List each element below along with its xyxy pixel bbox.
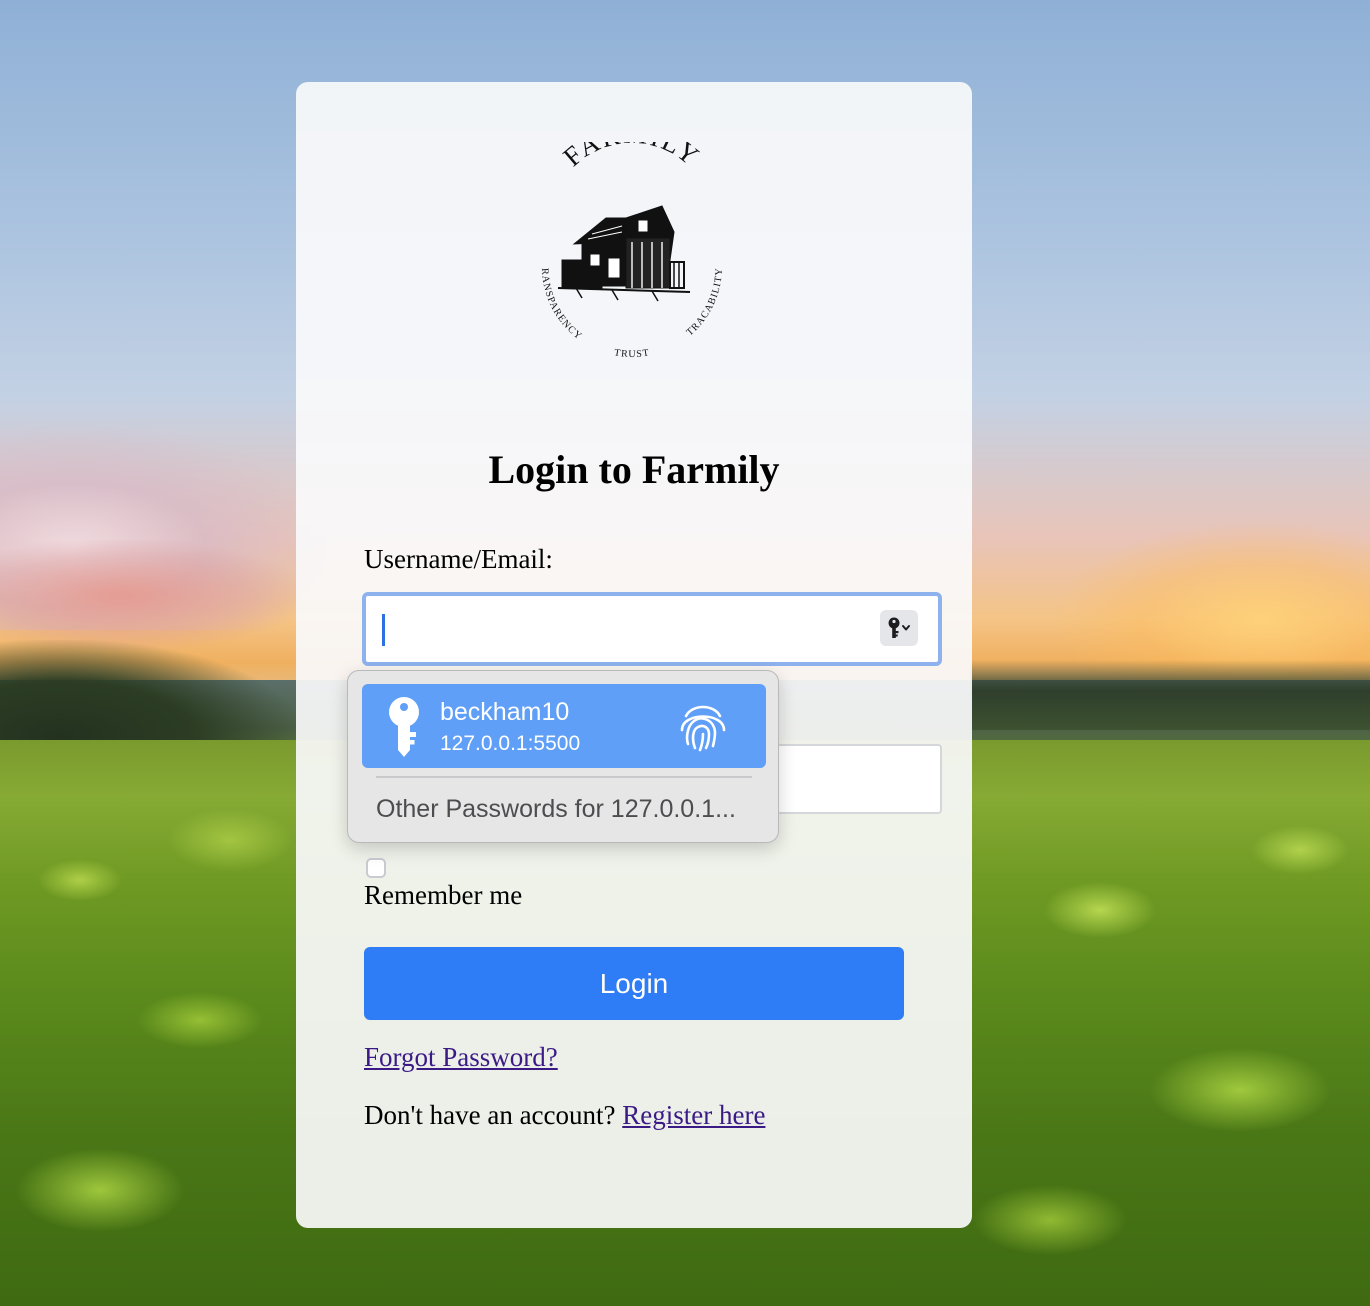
barn-illustration [557,205,691,302]
logo-brand-text: FARMILY [557,118,704,172]
other-passwords-option[interactable]: Other Passwords for 127.0.0.1... [376,795,736,824]
remember-me-checkbox[interactable] [366,858,386,878]
fingerprint-icon [678,700,728,752]
login-button[interactable]: Login [364,947,904,1020]
logo-motto-right: TRACABILITY [685,267,725,338]
saved-host: 127.0.0.1:5500 [440,732,581,755]
popup-divider [376,776,752,778]
background-clouds-sunset [0,540,300,650]
saved-credential-option[interactable]: beckham10 127.0.0.1:5500 [362,684,766,768]
svg-text:TRUST: TRUST [613,347,650,360]
text-caret [382,614,385,646]
password-input[interactable] [776,744,942,814]
logo-motto-center: TRUST [613,347,649,360]
logo-motto-left: TRANSPARENCY [518,134,583,342]
svg-text:FARMILY: FARMILY [557,142,706,172]
forgot-password-link[interactable]: Forgot Password? [364,1042,558,1073]
register-prompt: Don't have an account? Register here [364,1100,765,1131]
key-icon [386,696,426,758]
password-key-dropdown-icon[interactable] [880,610,918,646]
farmily-logo: FARMILY TRANSPARENCY TRUST TRACABILITY [518,118,742,372]
register-link[interactable]: Register here [622,1100,765,1130]
svg-text:TRANSPARENCY: TRANSPARENCY [522,142,584,342]
username-input[interactable] [362,592,942,666]
background-trees-right [970,660,1370,730]
no-account-text: Don't have an account? [364,1100,616,1130]
remember-me-label: Remember me [364,880,523,910]
password-autofill-popup: beckham10 127.0.0.1:5500 Other Passwords… [347,670,779,843]
saved-username: beckham10 [440,698,570,726]
svg-text:TRACABILITY: TRACABILITY [685,267,726,338]
username-label: Username/Email: [364,544,553,574]
page-title: Login to Farmily [488,447,780,492]
login-card: FARMILY TRANSPARENCY TRUST TRACABILITY [296,82,972,1228]
